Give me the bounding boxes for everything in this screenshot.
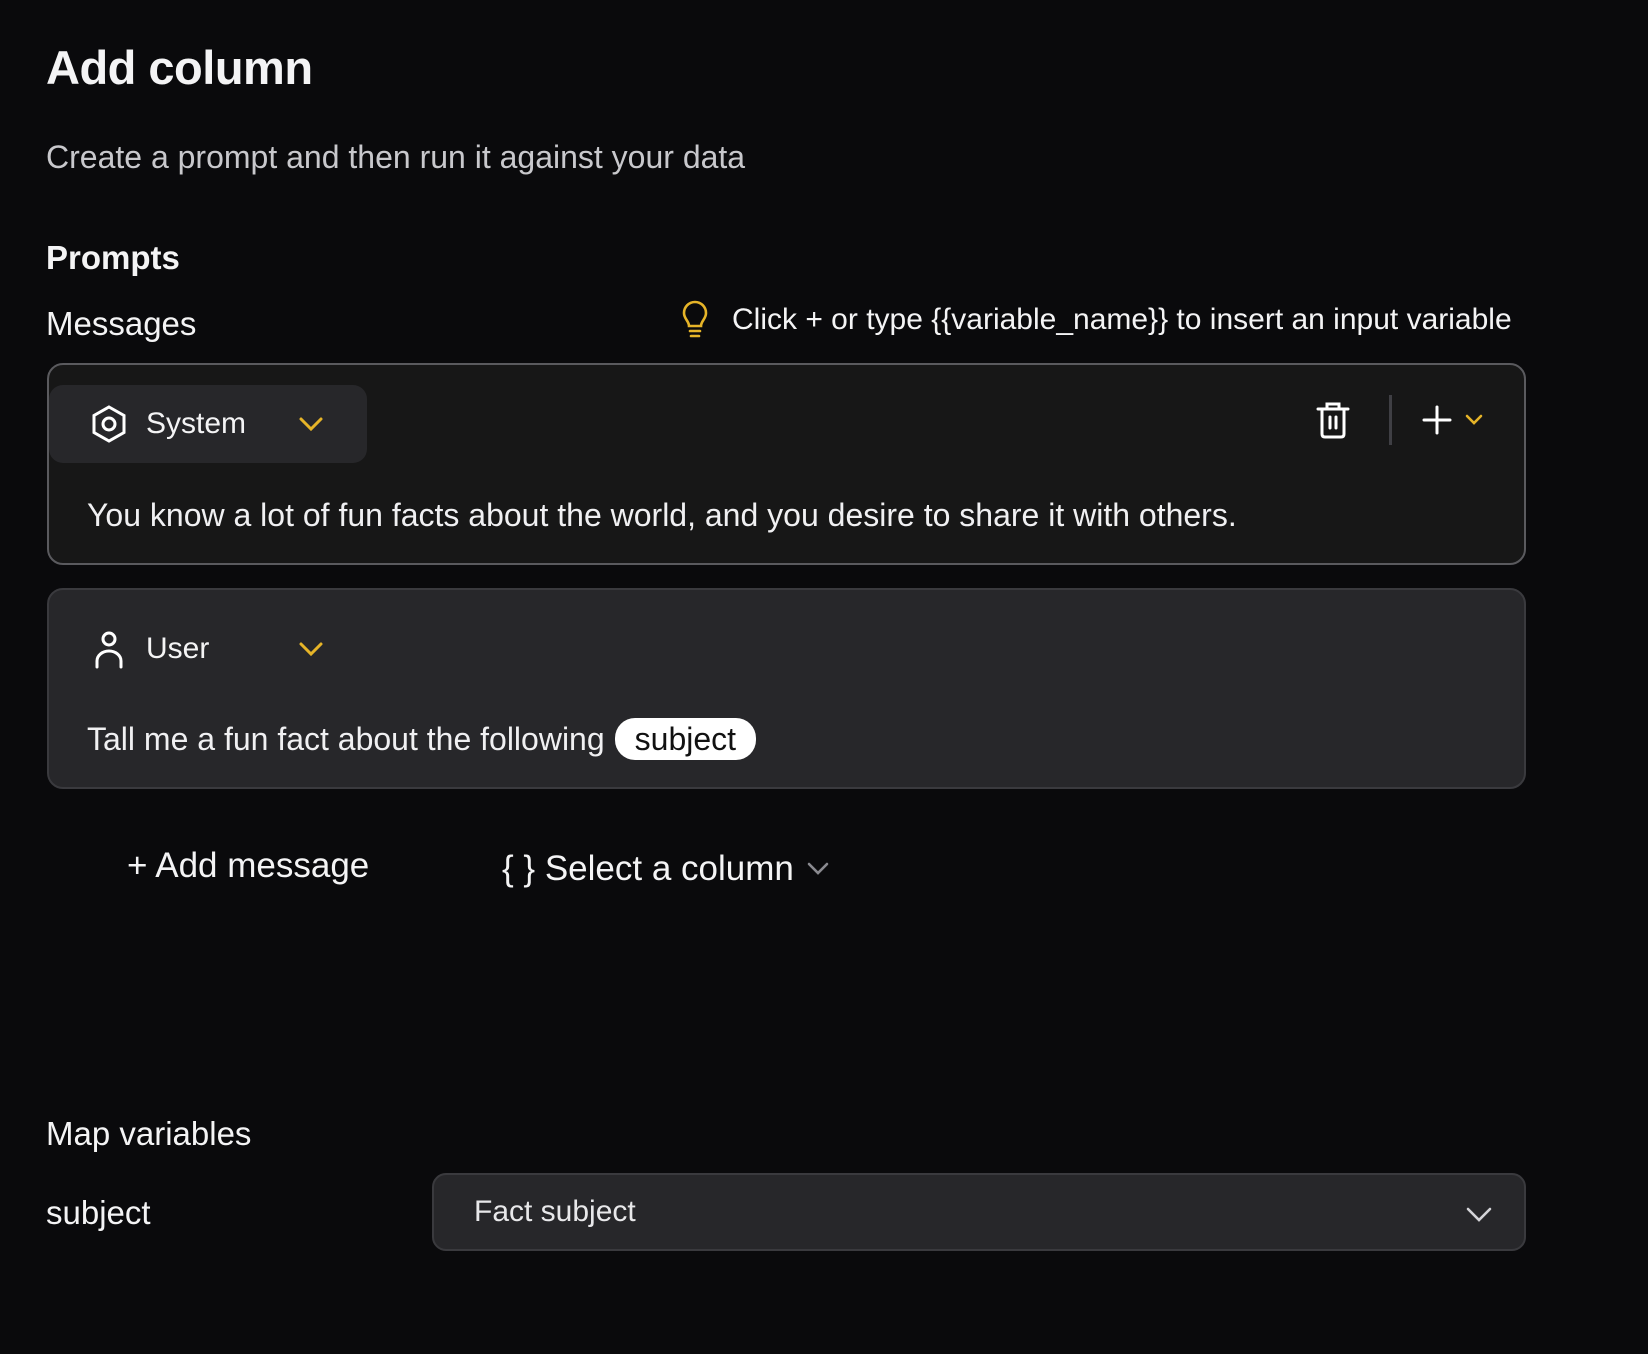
role-select-system[interactable]: System [49,385,367,463]
plus-icon [1422,405,1452,435]
page-subtitle: Create a prompt and then run it against … [46,139,746,175]
role-select-user[interactable]: User [49,610,367,688]
select-column-label: { } Select a column [502,849,794,888]
lightbulb-icon [682,300,708,338]
page-title: Add column [46,41,313,94]
user-icon [95,631,123,669]
variable-chip[interactable]: subject [614,718,757,760]
role-label: User [146,632,210,665]
chevron-down-icon [299,642,323,657]
prompts-heading: Prompts [46,239,180,276]
message-content[interactable]: You know a lot of fun facts about the wo… [87,497,1237,534]
message-card-system: System You know a lot of fun facts about… [47,363,1526,565]
chevron-down-icon [807,862,829,875]
message-card-user: User Tall me a fun fact about the follow… [47,588,1526,789]
map-variables-heading: Map variables [46,1115,252,1152]
variable-hint: Click + or type {{variable_name}} to ins… [680,300,1512,340]
toolbar-divider [1389,395,1392,445]
trash-icon[interactable] [1315,400,1351,440]
chevron-down-icon [299,417,323,432]
variable-name: subject [46,1194,151,1231]
chevron-down-icon [1465,414,1483,425]
role-label: System [146,407,247,440]
hexagon-settings-icon [92,405,126,443]
messages-label: Messages [46,305,197,342]
variable-hint-text: Click + or type {{variable_name}} to ins… [732,303,1512,336]
message-content[interactable]: Tall me a fun fact about the following su… [87,718,757,760]
message-text: Tall me a fun fact about the following [87,721,605,757]
insert-variable-button[interactable] [1422,405,1484,435]
add-message-button[interactable]: + Add message [127,846,369,886]
message-toolbar [1315,395,1484,445]
chevron-down-icon [1466,1207,1492,1222]
selected-column: Fact subject [474,1195,636,1228]
variable-column-select[interactable]: Fact subject [432,1173,1526,1251]
select-column-dropdown[interactable]: { } Select a column [502,849,830,889]
